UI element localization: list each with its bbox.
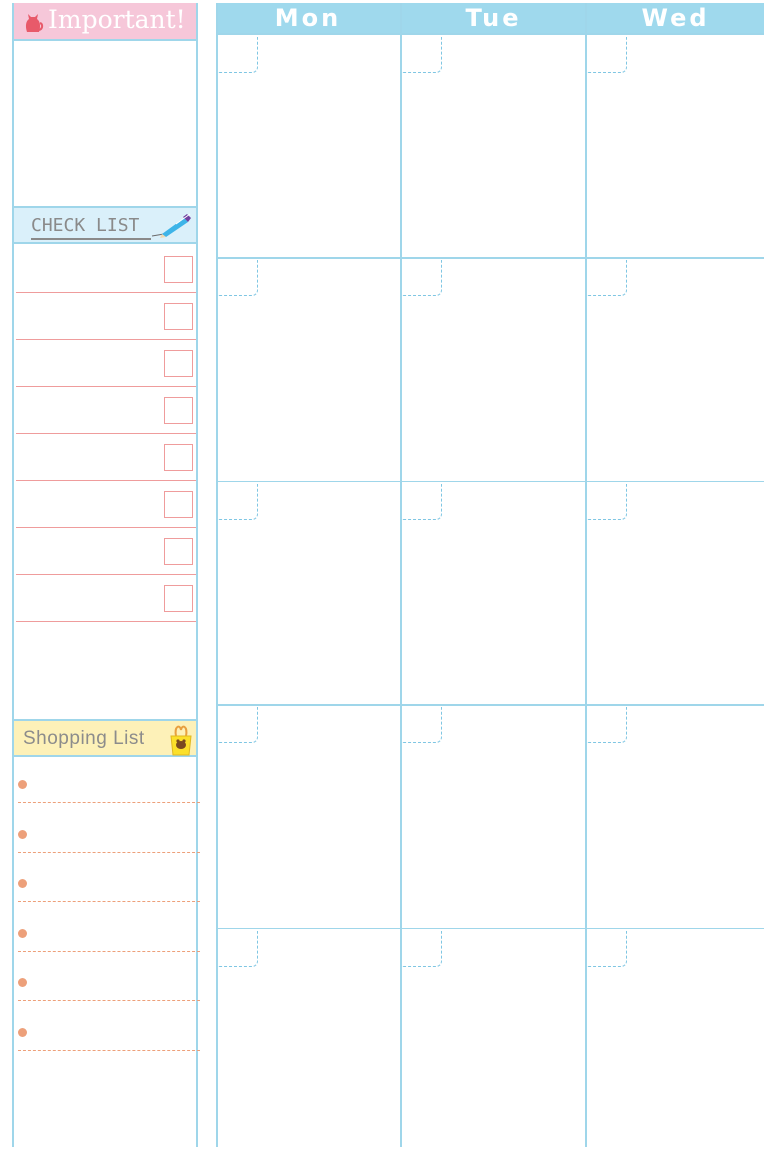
date-tab [587,37,627,73]
day-cell[interactable] [587,930,764,1150]
day-cell[interactable] [218,706,400,926]
important-notes-area[interactable] [14,41,196,206]
date-tab [218,260,258,297]
day-cell[interactable] [218,36,400,256]
header-divider [216,33,764,35]
day-cell[interactable] [218,483,400,703]
checklist-item[interactable] [16,293,196,340]
sidebar: Important! CHECK LIST Shopping List [12,3,200,1147]
day-header-wed: Wed [587,3,764,33]
checkbox[interactable] [164,538,193,565]
checklist-header: CHECK LIST [14,206,196,244]
checkbox[interactable] [164,256,193,283]
checklist-item[interactable] [16,246,196,293]
checkbox[interactable] [164,444,193,471]
date-tab [218,483,258,520]
shopping-item[interactable] [16,922,200,972]
bullet-dot [18,780,27,789]
bullet-dot [18,978,27,987]
day-header-mon: Mon [216,3,400,33]
shopping-item[interactable] [16,971,200,1021]
calendar-grid: Mon Tue Wed [216,3,764,1147]
checkbox[interactable] [164,350,193,377]
date-tab [402,260,442,297]
shopping-header: Shopping List [14,719,196,757]
dotted-line [18,950,200,952]
checklist-item[interactable] [16,528,196,575]
day-cell[interactable] [218,259,400,479]
day-label: Tue [465,4,522,32]
day-header-tue: Tue [402,3,585,33]
checklist-item[interactable] [16,340,196,387]
date-tab [402,930,442,967]
checklist-title: CHECK LIST [31,215,140,236]
checkbox[interactable] [164,585,193,612]
bullet-dot [18,829,27,839]
checkbox[interactable] [164,491,193,518]
date-tab [587,930,627,967]
important-header: Important! [14,3,196,41]
bullet-dot [18,879,27,888]
shopping-title: Shopping List [23,728,145,749]
dotted-line [18,851,200,853]
shopping-item[interactable] [16,872,200,922]
day-cell[interactable] [402,259,585,479]
day-cell[interactable] [587,706,764,926]
dotted-line [18,1000,200,1001]
checklist-item[interactable] [16,481,196,528]
dotted-line [18,802,200,803]
day-label: Mon [274,4,342,32]
checklist-item[interactable] [16,434,196,481]
day-cell[interactable] [587,259,764,479]
checklist-title-underline [31,238,151,240]
pen-icon [151,213,191,238]
date-tab [402,483,442,520]
date-tab [218,930,258,967]
dotted-line [18,901,200,902]
shopping-item[interactable] [16,773,200,823]
shopping-bag-icon [170,725,192,756]
checkbox[interactable] [164,397,193,424]
date-tab [402,707,442,744]
day-cell[interactable] [218,930,400,1150]
cat-icon [25,14,44,32]
day-cell[interactable] [587,36,764,256]
day-cell[interactable] [587,483,764,703]
bullet-dot [18,928,27,938]
shopping-item[interactable] [16,1021,200,1071]
date-tab [587,260,627,297]
date-tab [587,707,627,744]
important-title: Important! [48,5,186,34]
dotted-line [18,1049,200,1051]
day-label: Wed [641,4,710,32]
date-tab [402,37,442,73]
day-cell[interactable] [402,36,585,256]
day-cell[interactable] [402,706,585,926]
bullet-dot [18,1027,27,1037]
date-tab [218,707,258,744]
date-tab [218,37,258,73]
checklist-item[interactable] [16,575,196,622]
checkbox[interactable] [164,303,193,330]
shopping-item[interactable] [16,823,200,873]
day-cell[interactable] [402,930,585,1150]
day-cell[interactable] [402,483,585,703]
checklist-item[interactable] [16,387,196,434]
date-tab [587,483,627,520]
